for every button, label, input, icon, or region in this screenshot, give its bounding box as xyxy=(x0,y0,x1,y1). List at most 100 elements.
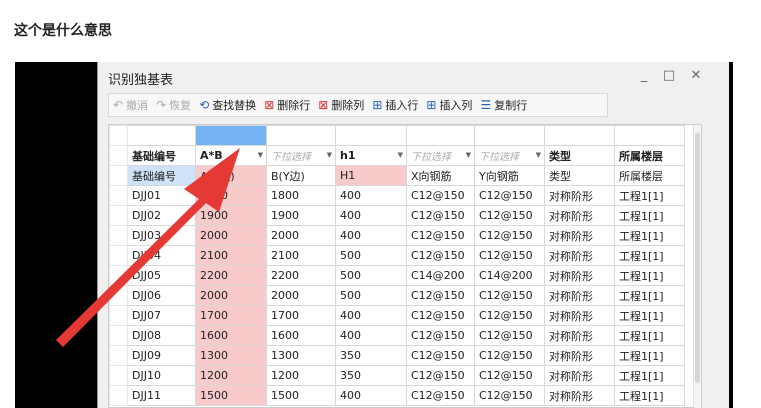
table-cell[interactable]: C12@150 xyxy=(406,305,475,326)
dropdown-arrow-icon[interactable]: ▼ xyxy=(398,151,403,159)
table-cell[interactable]: DJJ07 xyxy=(127,305,196,326)
table-row[interactable]: DJJ01 1800 1800 400 C12@150 C12@150 对称阶形 工程1[1] xyxy=(109,185,685,206)
table-cell[interactable]: DJJ05 xyxy=(127,265,196,286)
table-cell[interactable]: 对称阶形 xyxy=(544,345,615,366)
field-mapping-cell[interactable]: H1 xyxy=(335,165,407,186)
insert-row-button[interactable]: ⊞ 插入行 xyxy=(372,97,418,113)
table-cell[interactable]: C12@150 xyxy=(474,185,545,206)
header-cell[interactable]: h1 ▼ xyxy=(335,145,407,166)
table-cell[interactable]: C12@150 xyxy=(406,365,475,386)
table-row[interactable]: DJJ03 2000 2000 400 C12@150 C12@150 对称阶形 工程1[1] xyxy=(109,225,685,246)
table-cell[interactable]: 2000 xyxy=(195,225,267,246)
table-cell[interactable]: 对称阶形 xyxy=(544,325,615,346)
column-selector-cell[interactable] xyxy=(614,125,685,146)
field-mapping-cell[interactable]: Y向钢筋 xyxy=(474,165,545,186)
table-cell[interactable]: 对称阶形 xyxy=(544,305,615,326)
table-cell[interactable]: 工程1[1] xyxy=(614,365,685,386)
delete-row-button[interactable]: ⊠ 删除行 xyxy=(264,97,310,113)
header-cell[interactable]: 类型 xyxy=(544,145,615,166)
table-cell[interactable]: C12@150 xyxy=(406,345,475,366)
table-row[interactable]: DJJ11 1500 1500 400 C12@150 C12@150 对称阶形 工程1[1] xyxy=(109,385,685,406)
table-cell[interactable]: 1900 xyxy=(266,205,336,226)
header-cell[interactable]: 基础编号 xyxy=(127,145,196,166)
undo-button[interactable]: ↶ 撤消 xyxy=(113,97,148,113)
table-cell[interactable]: 1200 xyxy=(195,365,267,386)
table-row[interactable]: DJJ02 1900 1900 400 C12@150 C12@150 对称阶形 工程1[1] xyxy=(109,205,685,226)
table-cell[interactable]: DJJ03 xyxy=(127,225,196,246)
header-cell[interactable]: 下拉选择 ▼ xyxy=(474,145,545,166)
table-cell[interactable]: 2100 xyxy=(266,245,336,266)
table-cell[interactable]: DJJ09 xyxy=(127,345,196,366)
table-cell[interactable]: DJJ11 xyxy=(127,385,196,406)
table-cell[interactable]: C12@150 xyxy=(406,185,475,206)
table-cell[interactable]: 400 xyxy=(335,225,407,246)
table-cell[interactable]: C12@150 xyxy=(406,325,475,346)
table-cell[interactable]: 工程1[1] xyxy=(614,265,685,286)
table-cell[interactable]: 1900 xyxy=(195,205,267,226)
table-cell[interactable]: C12@150 xyxy=(474,305,545,326)
table-cell[interactable]: 1600 xyxy=(266,325,336,346)
column-selector-cell[interactable] xyxy=(266,125,336,146)
table-cell[interactable]: C12@150 xyxy=(406,225,475,246)
table-cell[interactable]: 1800 xyxy=(195,185,267,206)
table-cell[interactable]: 工程1[1] xyxy=(614,345,685,366)
table-cell[interactable]: 1500 xyxy=(266,385,336,406)
header-cell[interactable]: 下拉选择 ▼ xyxy=(406,145,475,166)
scrollbar-thumb[interactable] xyxy=(695,133,700,383)
table-row[interactable]: DJJ04 2100 2100 500 C12@150 C12@150 对称阶形 工程1[1] xyxy=(109,245,685,266)
table-cell[interactable]: C14@200 xyxy=(406,265,475,286)
table-cell[interactable]: 400 xyxy=(335,205,407,226)
table-cell[interactable]: 1200 xyxy=(266,365,336,386)
table-cell[interactable]: DJJ04 xyxy=(127,245,196,266)
field-mapping-cell[interactable]: X向钢筋 xyxy=(406,165,475,186)
table-cell[interactable]: 350 xyxy=(335,365,407,386)
table-row[interactable]: DJJ08 1600 1600 400 C12@150 C12@150 对称阶形 工程1[1] xyxy=(109,325,685,346)
dropdown-arrow-icon[interactable]: ▼ xyxy=(258,151,263,159)
table-cell[interactable]: 1600 xyxy=(195,325,267,346)
table-cell[interactable]: 400 xyxy=(335,305,407,326)
table-cell[interactable]: C12@150 xyxy=(406,385,475,406)
table-cell[interactable]: C12@150 xyxy=(474,385,545,406)
table-cell[interactable]: 工程1[1] xyxy=(614,325,685,346)
table-cell[interactable]: 1700 xyxy=(266,305,336,326)
copy-row-button[interactable]: ☰ 复制行 xyxy=(480,97,527,113)
table-cell[interactable]: 1700 xyxy=(195,305,267,326)
table-cell[interactable]: 2200 xyxy=(195,265,267,286)
table-cell[interactable]: 对称阶形 xyxy=(544,265,615,286)
table-cell[interactable]: 工程1[1] xyxy=(614,285,685,306)
table-row[interactable]: DJJ06 2000 2000 500 C12@150 C12@150 对称阶形 工程1[1] xyxy=(109,285,685,306)
table-cell[interactable]: 对称阶形 xyxy=(544,365,615,386)
column-selector-cell[interactable] xyxy=(127,125,196,146)
table-cell[interactable]: C12@150 xyxy=(474,225,545,246)
table-cell[interactable]: 2000 xyxy=(195,285,267,306)
table-cell[interactable]: 2000 xyxy=(266,225,336,246)
table-cell[interactable]: 1300 xyxy=(195,345,267,366)
column-selector-cell[interactable] xyxy=(195,125,267,146)
table-cell[interactable]: 500 xyxy=(335,265,407,286)
vertical-scrollbar[interactable] xyxy=(693,125,701,408)
table-cell[interactable]: 对称阶形 xyxy=(544,225,615,246)
table-cell[interactable]: 500 xyxy=(335,285,407,306)
table-cell[interactable]: 2200 xyxy=(266,265,336,286)
table-cell[interactable]: DJJ06 xyxy=(127,285,196,306)
table-cell[interactable]: 对称阶形 xyxy=(544,245,615,266)
table-cell[interactable]: C12@150 xyxy=(406,245,475,266)
table-cell[interactable]: C12@150 xyxy=(474,205,545,226)
delete-column-button[interactable]: ⊠ 删除列 xyxy=(318,97,364,113)
header-cell[interactable]: 下拉选择 ▼ xyxy=(266,145,336,166)
table-cell[interactable]: C14@200 xyxy=(474,265,545,286)
table-cell[interactable]: 350 xyxy=(335,345,407,366)
column-selector-cell[interactable] xyxy=(544,125,615,146)
redo-button[interactable]: ↷ 恢复 xyxy=(156,97,191,113)
close-button[interactable]: ✕ xyxy=(688,68,704,83)
table-cell[interactable]: C12@150 xyxy=(474,245,545,266)
table-cell[interactable]: C12@150 xyxy=(474,285,545,306)
table-cell[interactable]: 工程1[1] xyxy=(614,225,685,246)
table-row[interactable]: DJJ07 1700 1700 400 C12@150 C12@150 对称阶形 工程1[1] xyxy=(109,305,685,326)
table-cell[interactable]: 500 xyxy=(335,245,407,266)
maximize-button[interactable]: □ xyxy=(661,68,677,83)
field-mapping-cell[interactable]: 类型 xyxy=(544,165,615,186)
field-mapping-cell[interactable]: 基础编号 xyxy=(127,165,196,186)
table-cell[interactable]: 400 xyxy=(335,325,407,346)
find-replace-button[interactable]: ⟲ 查找替换 xyxy=(199,97,256,113)
